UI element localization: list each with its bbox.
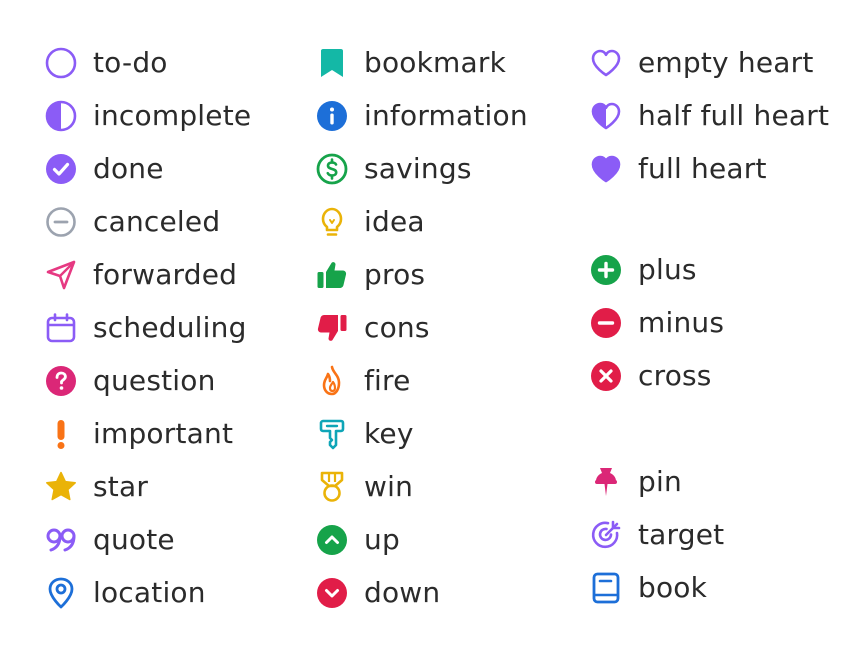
bookmark-icon — [315, 46, 349, 80]
legend-item-fire: fire — [315, 354, 528, 407]
legend-label: idea — [364, 204, 425, 238]
legend-item-book: book — [589, 561, 829, 614]
dollar-circle-icon — [315, 152, 349, 186]
half-circle-icon — [44, 99, 78, 133]
legend-item-forwarded: forwarded — [44, 248, 251, 301]
legend-label: key — [364, 416, 414, 450]
legend-label: cons — [364, 310, 430, 344]
legend-item-done: done — [44, 142, 251, 195]
paper-plane-icon — [44, 258, 78, 292]
legend-item-down: down — [315, 566, 528, 619]
check-circle-icon — [44, 152, 78, 186]
legend-label: quote — [93, 522, 175, 556]
heart-outline-icon — [589, 46, 623, 80]
book-icon — [589, 571, 623, 605]
legend-label: pros — [364, 257, 426, 291]
legend-label: savings — [364, 151, 472, 185]
legend-item-key: key — [315, 407, 528, 460]
legend-item-information: information — [315, 89, 528, 142]
legend-label: cross — [638, 358, 712, 392]
legend-label: scheduling — [93, 310, 247, 344]
legend-label: incomplete — [93, 98, 252, 132]
legend-label: canceled — [93, 204, 221, 238]
legend-item-question: question — [44, 354, 251, 407]
chevron-up-circle-icon — [315, 523, 349, 557]
legend-label: star — [93, 469, 149, 503]
legend-item-minus: minus — [589, 296, 829, 349]
legend-item-quote: quote — [44, 513, 251, 566]
legend-label: down — [364, 575, 441, 609]
quote-icon — [44, 523, 78, 557]
legend-label: fire — [364, 363, 411, 397]
legend-item-pin: pin — [589, 455, 829, 508]
thumbs-down-icon — [315, 311, 349, 345]
location-pin-icon — [44, 576, 78, 610]
column-status: to-do incomplete done canceled forwarded… — [44, 36, 251, 619]
key-icon — [315, 417, 349, 451]
heart-filled-icon — [589, 152, 623, 186]
legend-item-idea: idea — [315, 195, 528, 248]
legend-label: book — [638, 570, 708, 604]
legend-item-full-heart: full heart — [589, 142, 829, 195]
legend-label: important — [93, 416, 234, 450]
target-icon — [589, 518, 623, 552]
legend-item-savings: savings — [315, 142, 528, 195]
calendar-icon — [44, 311, 78, 345]
cross-circle-icon — [589, 359, 623, 393]
legend-label: target — [638, 517, 725, 551]
medal-icon — [315, 470, 349, 504]
minus-circle-icon — [589, 306, 623, 340]
legend-item-pros: pros — [315, 248, 528, 301]
star-icon — [44, 470, 78, 504]
legend-label: done — [93, 151, 164, 185]
legend-label: bookmark — [364, 45, 507, 79]
legend-item-cross: cross — [589, 349, 829, 402]
column-topics: bookmark information savings idea pros c… — [315, 36, 528, 619]
legend-label: empty heart — [638, 45, 814, 79]
legend-label: location — [93, 575, 206, 609]
heart-half-icon — [589, 99, 623, 133]
legend-item-win: win — [315, 460, 528, 513]
chevron-down-circle-icon — [315, 576, 349, 610]
legend-item-canceled: canceled — [44, 195, 251, 248]
fire-icon — [315, 364, 349, 398]
question-circle-icon — [44, 364, 78, 398]
legend-item-star: star — [44, 460, 251, 513]
legend-item-half-full-heart: half full heart — [589, 89, 829, 142]
legend-label: full heart — [638, 151, 767, 185]
thumbs-up-icon — [315, 258, 349, 292]
legend-label: forwarded — [93, 257, 238, 291]
circle-outline-icon — [44, 46, 78, 80]
legend-label: to-do — [93, 45, 168, 79]
legend-label: up — [364, 522, 400, 556]
legend-item-to-do: to-do — [44, 36, 251, 89]
legend-label: pin — [638, 464, 682, 498]
legend-label: plus — [638, 252, 697, 286]
legend-label: information — [364, 98, 528, 132]
legend-item-plus: plus — [589, 243, 829, 296]
column-misc: empty heart half full heart full heart p… — [589, 36, 829, 614]
exclamation-icon — [44, 417, 78, 451]
legend-item-cons: cons — [315, 301, 528, 354]
legend-label: question — [93, 363, 216, 397]
pushpin-icon — [589, 465, 623, 499]
lightbulb-icon — [315, 205, 349, 239]
legend-label: win — [364, 469, 414, 503]
legend-item-location: location — [44, 566, 251, 619]
legend-item-scheduling: scheduling — [44, 301, 251, 354]
legend-item-bookmark: bookmark — [315, 36, 528, 89]
legend-item-target: target — [589, 508, 829, 561]
info-circle-icon — [315, 99, 349, 133]
legend-label: half full heart — [638, 98, 830, 132]
legend-label: minus — [638, 305, 725, 339]
legend-item-empty-heart: empty heart — [589, 36, 829, 89]
plus-circle-icon — [589, 253, 623, 287]
legend-item-important: important — [44, 407, 251, 460]
legend-item-incomplete: incomplete — [44, 89, 251, 142]
legend-item-up: up — [315, 513, 528, 566]
minus-circle-outline-icon — [44, 205, 78, 239]
